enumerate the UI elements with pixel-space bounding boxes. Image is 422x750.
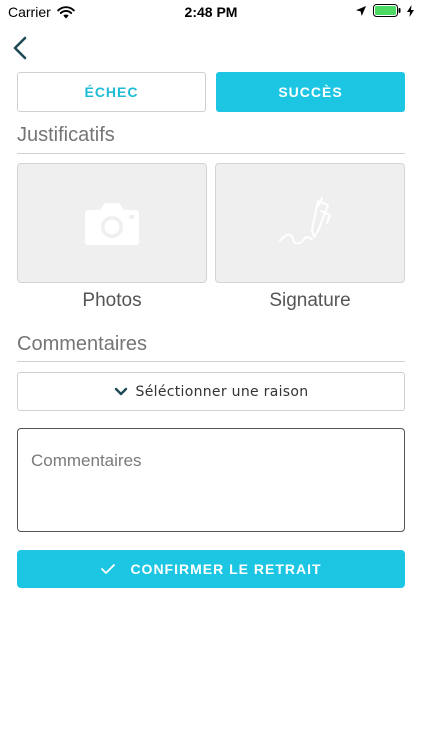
comments-textarea[interactable]: Commentaires	[17, 428, 405, 532]
location-arrow-icon	[356, 5, 366, 16]
battery-icon	[373, 4, 401, 17]
commentaires-title: Commentaires	[17, 333, 148, 355]
commentaires-divider	[17, 361, 405, 362]
back-button[interactable]	[8, 34, 32, 62]
confirm-retrait-button[interactable]: CONFIRMER LE RETRAIT	[17, 550, 405, 588]
status-bar: Carrier 2:48 PM	[0, 0, 422, 24]
signature-pen-icon	[279, 197, 331, 245]
reason-select[interactable]: Séléctionner une raison	[17, 372, 405, 411]
signature-tile[interactable]	[215, 163, 405, 283]
check-icon	[101, 564, 116, 574]
justificatifs-divider	[17, 153, 405, 154]
status-right-group	[355, 4, 414, 17]
photos-label: Photos	[82, 290, 142, 311]
chevron-left-icon	[13, 36, 27, 60]
charging-bolt-icon	[407, 4, 414, 17]
reason-select-label: Séléctionner une raison	[135, 383, 309, 400]
confirm-retrait-label: CONFIRMER LE RETRAIT	[130, 561, 322, 577]
signature-label: Signature	[269, 290, 351, 311]
comments-placeholder: Commentaires	[31, 451, 142, 470]
echec-button[interactable]: ÉCHEC	[17, 72, 206, 112]
camera-icon	[85, 203, 139, 245]
chevron-down-icon	[114, 387, 127, 395]
justificatifs-title: Justificatifs	[17, 124, 115, 146]
photos-tile[interactable]	[17, 163, 207, 283]
succes-button[interactable]: SUCCÈS	[216, 72, 405, 112]
